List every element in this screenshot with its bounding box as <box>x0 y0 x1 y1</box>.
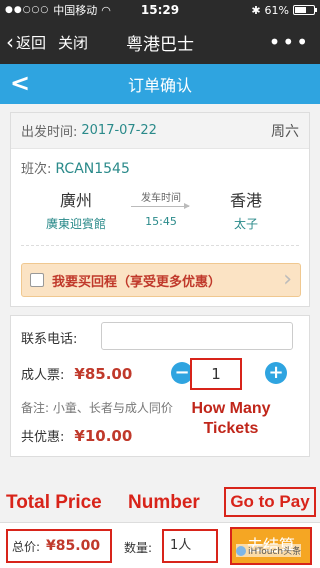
return-trip-option[interactable]: 我要买回程（享受更多优惠） › <box>21 263 301 297</box>
status-time: 15:29 <box>140 3 180 17</box>
adult-ticket-price: ¥85.00 <box>74 364 133 383</box>
annotation-total-price: Total Price <box>6 492 102 513</box>
departure-date-label: 出发时间: <box>21 125 78 140</box>
annotation-go-to-pay: Go to Pay <box>224 487 316 517</box>
origin-stop: 廣東迎賓館 <box>45 217 106 231</box>
departure-time-label: 发车时间 <box>141 193 181 204</box>
trip-card: 出发时间: 2017-07-22 周六 班次: RCAN1545 廣州 廣東迎賓館… <box>10 112 310 307</box>
chevron-left-icon[interactable]: < <box>10 69 30 97</box>
departure-date: 2017-07-22 <box>81 123 157 138</box>
annotation-number: Number <box>128 492 200 513</box>
increase-quantity-button[interactable]: + <box>265 362 287 384</box>
phone-label: 联系电话: <box>21 332 78 347</box>
total-price-box: 总价: ¥85.00 <box>6 529 112 563</box>
quantity-display: 1人 <box>162 529 218 563</box>
return-trip-checkbox[interactable] <box>30 273 44 287</box>
return-trip-label: 我要买回程（享受更多优惠） <box>52 274 222 290</box>
status-bar: ●●○○○ 中国移动 ◠ 15:29 ✱ 61% <box>0 0 320 20</box>
adult-ticket-label: 成人票: <box>21 368 65 383</box>
divider <box>21 245 299 246</box>
discount-row: 共优惠: ¥10.00 <box>21 426 133 446</box>
watermark: iHTouch头条 <box>236 544 302 557</box>
route-number-label: 班次: <box>21 162 52 177</box>
departure-date-row: 出发时间: 2017-07-22 周六 <box>11 113 309 149</box>
route-number-row: 班次: RCAN1545 <box>11 149 309 177</box>
battery-icon <box>293 5 317 15</box>
origin-city: 廣州 <box>59 191 92 210</box>
quantity-label: 数量: <box>124 541 153 555</box>
wechat-nav-bar: ‹ 返回 关闭 粤港巴士 ••• <box>0 20 320 64</box>
battery-fill <box>295 7 306 13</box>
note-text: 备注: 小童、长者与成人同价 <box>21 401 173 415</box>
watermark-logo-icon <box>236 545 246 556</box>
annotation-tickets: How Many Tickets <box>191 400 271 437</box>
app-header-title: 订单确认 <box>127 76 192 95</box>
back-button[interactable]: ‹ 返回 <box>0 20 46 64</box>
discount-label: 共优惠: <box>21 430 65 445</box>
phone-row: 联系电话: <box>21 328 77 347</box>
arrow-right-icon <box>131 203 190 209</box>
chevron-left-icon: ‹ <box>6 30 14 54</box>
destination-city: 香港 <box>229 191 262 210</box>
note-row: 备注: 小童、长者与成人同价 <box>21 399 173 416</box>
adult-ticket-row: 成人票: ¥85.00 <box>21 364 133 384</box>
chevron-right-icon: › <box>283 267 292 292</box>
weekday: 周六 <box>271 123 299 140</box>
watermark-text: iHTouch头条 <box>248 547 302 557</box>
total-label: 总价: <box>12 539 41 554</box>
discount-amount: ¥10.00 <box>74 426 133 445</box>
route-info: 廣州 廣東迎賓館 发车时间 15:45 香港 太子 <box>11 177 309 245</box>
route-number: RCAN1545 <box>55 161 130 177</box>
total-amount: ¥85.00 <box>46 538 101 554</box>
departure-time: 15:45 <box>145 215 177 228</box>
app-header: < 订单确认 <box>0 64 320 104</box>
page-title: 粤港巴士 <box>126 34 194 55</box>
back-label: 返回 <box>16 33 47 52</box>
phone-input[interactable] <box>101 322 293 350</box>
more-menu-button[interactable]: ••• <box>269 30 310 54</box>
destination-stop: 太子 <box>233 217 258 231</box>
quantity-stepper[interactable]: 1 <box>190 358 242 390</box>
